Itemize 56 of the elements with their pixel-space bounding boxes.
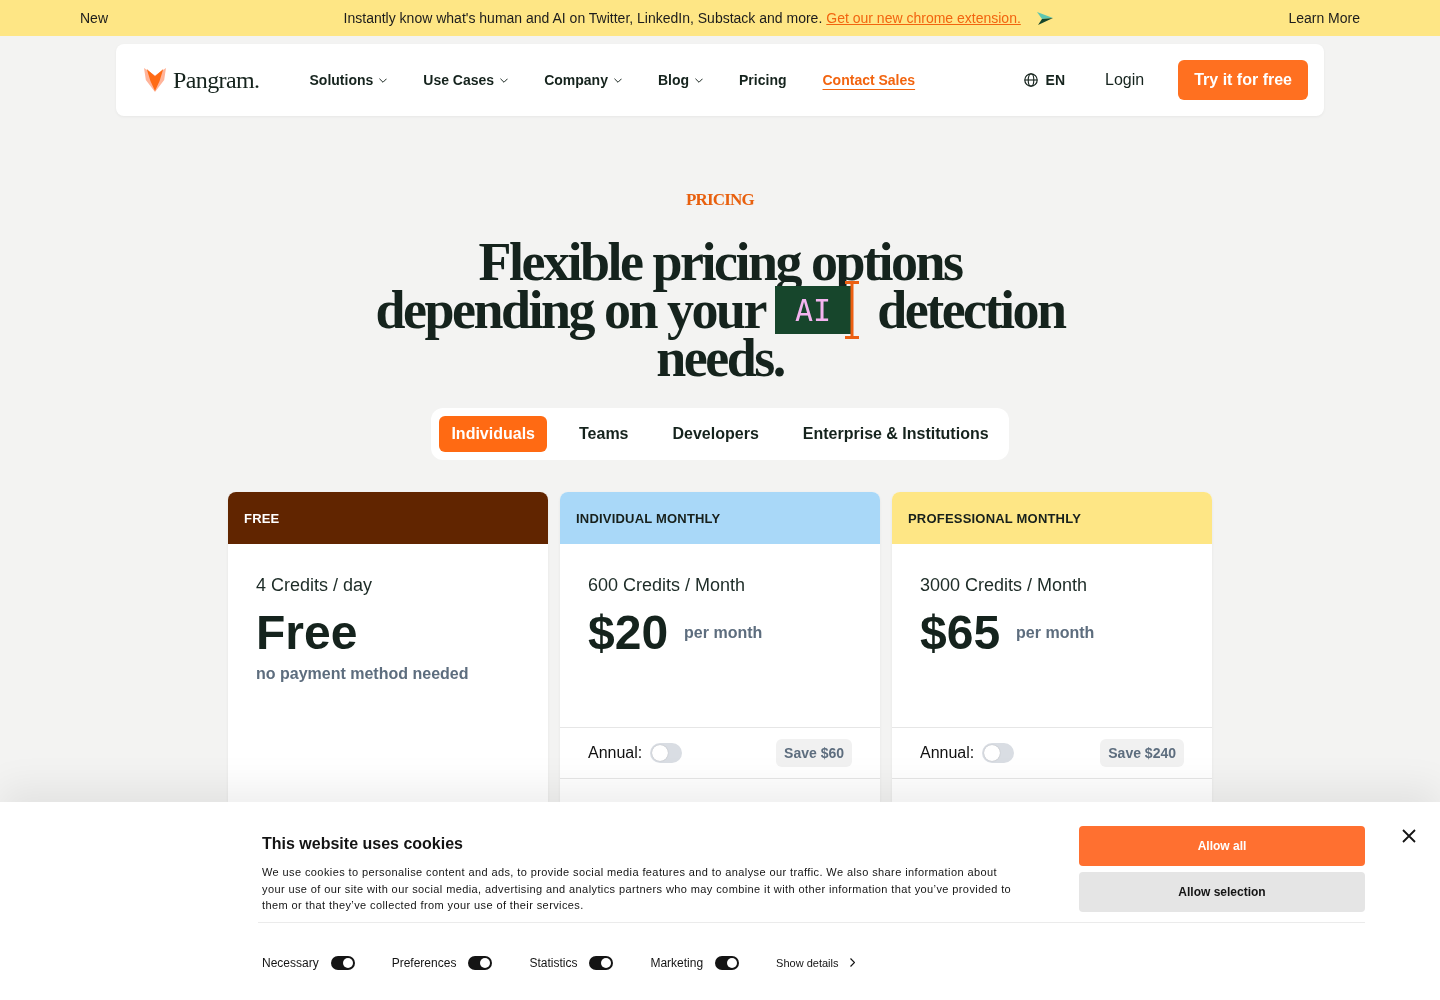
section-eyebrow: PRICING xyxy=(685,190,755,210)
chevron-down-icon xyxy=(500,77,509,83)
cookie-title: This website uses cookies xyxy=(262,834,464,854)
heading-text: detection xyxy=(877,280,1065,342)
tab[interactable]: Enterprise & Institutions xyxy=(790,416,1001,452)
price-text: $20 xyxy=(588,607,669,659)
consent-toggle[interactable] xyxy=(330,955,355,970)
nav-link[interactable]: Use Cases xyxy=(423,72,509,88)
chevron-down-icon xyxy=(695,77,704,83)
annual-label: Annual: xyxy=(920,744,975,762)
price-note: no payment method needed xyxy=(256,665,470,683)
nav-link[interactable]: Pricing xyxy=(739,72,787,88)
announcement-text: Instantly know what's human and AI on Twitter, LinkedIn, Substack and more. xyxy=(343,10,823,26)
period-text: per month xyxy=(1016,624,1095,642)
period-text: per month xyxy=(684,624,763,642)
consent-label: Preferences xyxy=(391,955,457,970)
price-text: $65 xyxy=(920,607,1001,659)
plan-header: INDIVIDUAL MONTHLY xyxy=(560,492,880,544)
credits-text: 3000 Credits / Month xyxy=(920,574,1089,597)
tab[interactable]: Teams xyxy=(567,416,641,452)
login-link[interactable]: Login xyxy=(1105,71,1145,89)
plan-header: FREE xyxy=(228,492,548,544)
globe-icon xyxy=(1023,73,1038,87)
annual-label: Annual: xyxy=(588,744,643,762)
nav-link[interactable]: Solutions xyxy=(309,72,388,88)
chevron-right-icon xyxy=(850,958,856,967)
show-details-link[interactable]: Show details xyxy=(776,956,856,969)
close-icon xyxy=(1402,829,1416,843)
chevron-down-icon xyxy=(379,77,388,83)
consent-toggle[interactable] xyxy=(715,955,740,970)
logo-icon[interactable] xyxy=(144,68,166,92)
consent-toggle[interactable] xyxy=(468,955,493,970)
paper-plane-icon xyxy=(1036,11,1053,25)
new-label: New xyxy=(80,10,108,26)
nav-link[interactable]: Company xyxy=(544,72,622,88)
annual-toggle[interactable] xyxy=(650,743,683,763)
cookie-description: We use cookies to personalise content and ads, to provide social media features and to analyse our traffic. We also share information about your use of our site with our social media, advertising and analytics partners who may combine it with other information that you’ve provided to them or that they’ve collected from your use of their services. xyxy=(262,865,1013,913)
savings-tag: Save $60 xyxy=(776,739,852,767)
consent-button[interactable]: Allow selection xyxy=(1079,872,1365,912)
credits-text: 4 Credits / day xyxy=(256,574,374,597)
plan-header: PROFESSIONAL MONTHLY xyxy=(892,492,1212,544)
savings-tag: Save $240 xyxy=(1100,739,1184,767)
language-selector[interactable]: EN xyxy=(1023,72,1066,88)
consent-toggle[interactable] xyxy=(589,955,614,970)
logo-wordmark[interactable]: Pangram. xyxy=(173,66,260,94)
consent-label: Marketing xyxy=(650,955,704,970)
tab[interactable]: Developers xyxy=(660,416,771,452)
nav-link[interactable]: Blog xyxy=(657,72,704,88)
consent-label: Statistics xyxy=(529,955,578,970)
learn-more-link[interactable]: Learn More xyxy=(1288,10,1360,26)
chevron-down-icon xyxy=(613,77,622,83)
consent-label: Necessary xyxy=(262,955,319,970)
annual-toggle[interactable] xyxy=(982,743,1015,763)
ai-highlight: AI xyxy=(775,286,852,334)
credits-text: 600 Credits / Month xyxy=(588,574,747,597)
price-text: Free xyxy=(256,607,358,659)
